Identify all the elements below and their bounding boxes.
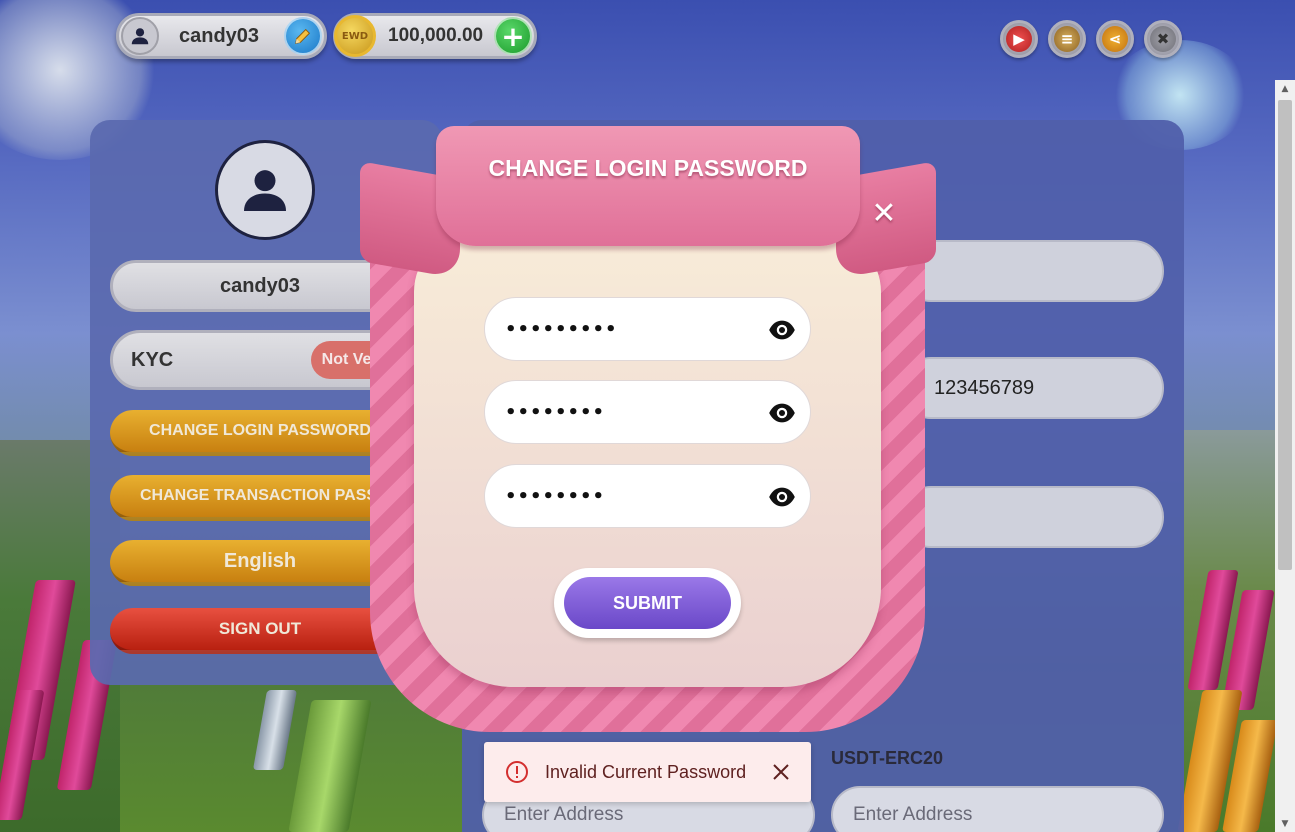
coin-icon: EWD — [334, 15, 376, 57]
modal-ribbon — [436, 126, 860, 246]
toast-message: Invalid Current Password — [545, 761, 747, 782]
eye-icon[interactable] — [768, 401, 796, 425]
balance-amount: 100,000.00 — [388, 25, 484, 46]
error-icon — [506, 761, 528, 783]
scrollbar-thumb[interactable] — [1278, 100, 1292, 570]
detail-field[interactable] — [900, 240, 1164, 302]
plus-icon: + — [501, 19, 525, 53]
kyc-label: KYC — [131, 348, 174, 371]
background-crystal — [252, 690, 298, 770]
confirm-password-input[interactable]: •••••••• — [484, 464, 811, 528]
change-login-password-button[interactable]: CHANGE LOGIN PASSWORD — [110, 410, 410, 456]
user-avatar-icon — [121, 17, 159, 55]
edit-profile-button[interactable] — [284, 17, 322, 55]
submit-button[interactable]: SUBMIT — [564, 577, 731, 629]
submit-button-frame: SUBMIT — [554, 568, 741, 638]
usdt-erc20-address-input[interactable]: Enter Address — [831, 786, 1164, 832]
background-crystal — [288, 700, 372, 832]
close-page-button[interactable]: ✖ — [1144, 20, 1182, 58]
confirm-password-value: •••••••• — [505, 485, 606, 507]
kyc-row: KYC Not Verify — [110, 330, 410, 390]
current-password-input[interactable]: ••••••••• — [484, 297, 811, 361]
modal-title: CHANGE LOGIN PASSWORD — [488, 155, 808, 181]
toast-close-button[interactable] — [769, 760, 793, 784]
scroll-down-arrow-icon[interactable]: ▼ — [1275, 815, 1295, 832]
close-icon — [773, 764, 789, 780]
balance-pill: EWD 100,000.00 + — [333, 13, 537, 59]
profile-username: candy03 — [110, 260, 410, 312]
eye-icon[interactable] — [768, 485, 796, 509]
modal-close-button[interactable]: ✕ — [866, 195, 902, 231]
pencil-icon — [295, 28, 311, 44]
close-icon: ✕ — [871, 195, 897, 231]
language-button[interactable]: English — [110, 540, 410, 586]
share-button[interactable]: ⋖ — [1096, 20, 1134, 58]
change-transaction-password-button[interactable]: CHANGE TRANSACTION PASSWORD — [110, 475, 410, 521]
eye-icon[interactable] — [768, 318, 796, 342]
scrollbar[interactable]: ▲ ▼ — [1275, 80, 1295, 832]
video-icon: ▶ — [1006, 26, 1032, 52]
share-icon: ⋖ — [1102, 26, 1128, 52]
document-icon: ≡ — [1054, 26, 1080, 52]
new-password-value: •••••••• — [505, 401, 606, 423]
scroll-up-arrow-icon[interactable]: ▲ — [1275, 80, 1295, 97]
current-password-value: ••••••••• — [505, 318, 618, 340]
error-toast: Invalid Current Password — [484, 742, 811, 802]
close-icon: ✖ — [1150, 26, 1176, 52]
deposit-button[interactable]: + — [494, 17, 532, 55]
new-password-input[interactable]: •••••••• — [484, 380, 811, 444]
user-pill: candy03 — [116, 13, 327, 59]
phone-field[interactable]: 123456789 — [900, 357, 1164, 419]
detail-field[interactable] — [900, 486, 1164, 548]
header-username: candy03 — [179, 24, 260, 47]
sign-out-button[interactable]: SIGN OUT — [110, 608, 410, 654]
usdt-erc20-label: USDT-ERC20 — [831, 748, 944, 768]
profile-avatar-icon — [215, 140, 315, 240]
document-button[interactable]: ≡ — [1048, 20, 1086, 58]
video-button[interactable]: ▶ — [1000, 20, 1038, 58]
